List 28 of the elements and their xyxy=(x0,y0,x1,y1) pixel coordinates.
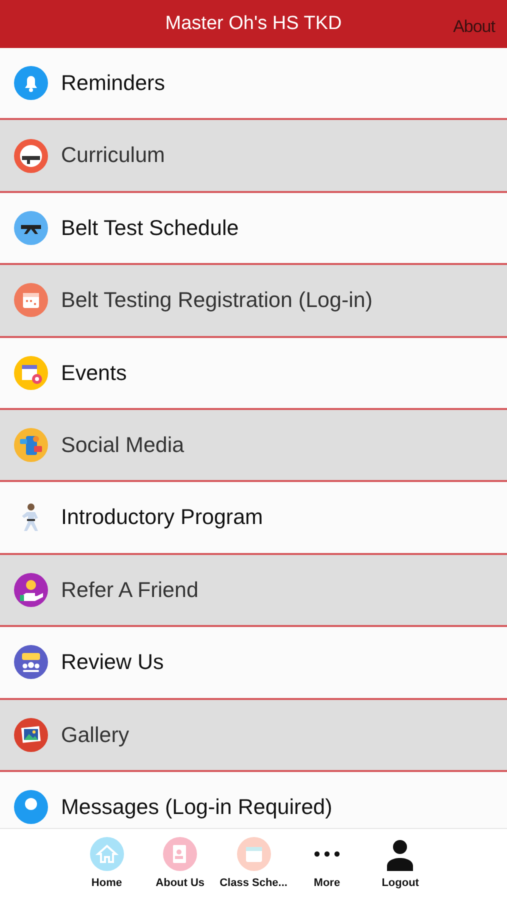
tab-button[interactable]: More xyxy=(290,837,364,892)
bell-icon xyxy=(14,66,48,100)
tab-button[interactable]: About Us xyxy=(143,837,217,892)
house-icon xyxy=(90,837,124,872)
belt-icon xyxy=(14,210,48,245)
app-title: Master Oh's HS TKD xyxy=(165,12,342,36)
menu-item[interactable]: Events xyxy=(0,338,507,410)
tab-button[interactable]: Class Sche... xyxy=(216,837,290,892)
photo-icon xyxy=(14,718,48,752)
contact-book-icon xyxy=(163,837,198,872)
calendar-icon xyxy=(14,283,48,318)
more-icon xyxy=(314,851,340,858)
event-calendar-icon xyxy=(14,356,48,390)
menu-item[interactable]: Reminders xyxy=(0,48,507,120)
menu-item[interactable]: Curriculum xyxy=(0,120,507,193)
review-icon xyxy=(14,645,48,680)
calendar-icon xyxy=(236,837,271,872)
tab-button[interactable]: Logout xyxy=(364,837,438,892)
menu-item[interactable]: Review Us xyxy=(0,627,507,700)
menu-item[interactable]: Gallery xyxy=(0,700,507,772)
tab-button[interactable]: Home xyxy=(70,837,144,892)
menu-item[interactable]: Social Media xyxy=(0,410,507,482)
menu-item[interactable]: Introductory Program xyxy=(0,482,507,555)
menu-item[interactable]: Belt Test Schedule xyxy=(0,192,507,266)
menu-item[interactable]: Refer A Friend xyxy=(0,554,507,628)
referral-icon xyxy=(14,572,48,607)
menu-item[interactable]: Belt Testing Registration (Log-in) xyxy=(0,265,507,338)
menu-item[interactable]: Messages (Log-in Required) xyxy=(0,772,507,828)
